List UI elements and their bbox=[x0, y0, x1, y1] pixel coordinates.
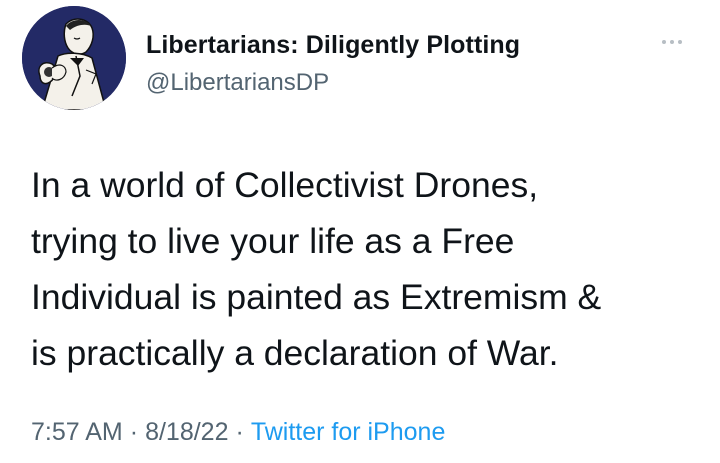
tweet-date[interactable]: 8/18/22 bbox=[145, 418, 228, 446]
tweet-text-line: In a world of Collectivist Drones, bbox=[31, 165, 539, 205]
display-name[interactable]: Libertarians: Diligently Plotting bbox=[146, 31, 520, 60]
tweet-text-line: is practically a declaration of War. bbox=[31, 333, 559, 373]
avatar-illustration bbox=[22, 6, 126, 110]
tweet-text-line: Individual is painted as Extremism & bbox=[31, 277, 602, 317]
more-dot bbox=[678, 40, 682, 44]
more-dot bbox=[670, 40, 674, 44]
tweet-text-line: trying to live your life as a Free bbox=[31, 221, 515, 261]
more-horizontal-icon[interactable] bbox=[652, 32, 692, 52]
meta-separator: · bbox=[129, 418, 139, 446]
user-handle[interactable]: @LibertariansDP bbox=[146, 69, 329, 97]
avatar[interactable] bbox=[22, 6, 126, 110]
more-dot bbox=[662, 40, 666, 44]
tweet-meta: 7:57 AM · 8/18/22 · Twitter for iPhone bbox=[31, 418, 445, 447]
tweet-source-link[interactable]: Twitter for iPhone bbox=[251, 418, 446, 446]
tweet-card: Libertarians: Diligently Plotting @Liber… bbox=[0, 0, 720, 463]
tweet-text: In a world of Collectivist Drones, tryin… bbox=[31, 157, 701, 381]
meta-separator: · bbox=[235, 418, 244, 446]
tweet-time[interactable]: 7:57 AM bbox=[31, 418, 123, 446]
